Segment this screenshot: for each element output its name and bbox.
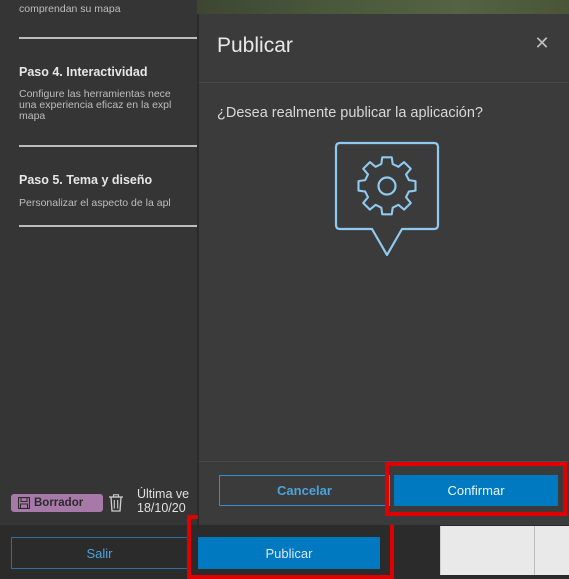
map-background-top <box>197 0 569 14</box>
draft-status-row: Borrador Última ve 18/10/20 <box>11 485 201 525</box>
highlight-box-confirm <box>385 462 567 516</box>
gear-icon <box>334 141 440 257</box>
step5-desc-line: Personalizar el aspecto de la apl <box>19 197 171 209</box>
publish-dialog: Publicar ✕ ¿Desea realmente publicar la … <box>198 14 569 525</box>
dialog-header-divider <box>199 82 569 83</box>
exit-button[interactable]: Salir <box>11 537 188 569</box>
save-icon <box>18 497 30 509</box>
divider <box>19 37 197 39</box>
step4-desc-line: mapa <box>19 110 46 122</box>
map-background-bottom <box>440 526 569 575</box>
dialog-question: ¿Desea realmente publicar la aplicación? <box>217 105 483 121</box>
map-road-line <box>534 526 535 575</box>
draft-badge-label: Borrador <box>34 497 84 509</box>
divider <box>19 145 197 147</box>
dialog-title: Publicar <box>217 34 293 57</box>
draft-badge: Borrador <box>11 494 103 512</box>
step5-title[interactable]: Paso 5. Tema y diseño <box>19 173 152 187</box>
trash-icon[interactable] <box>108 494 124 512</box>
close-icon[interactable]: ✕ <box>533 34 551 52</box>
cancel-button[interactable]: Cancelar <box>219 475 390 506</box>
step3-desc-fragment: comprendan su mapa <box>19 3 121 15</box>
divider <box>19 225 197 227</box>
step4-title[interactable]: Paso 4. Interactividad <box>19 65 148 79</box>
